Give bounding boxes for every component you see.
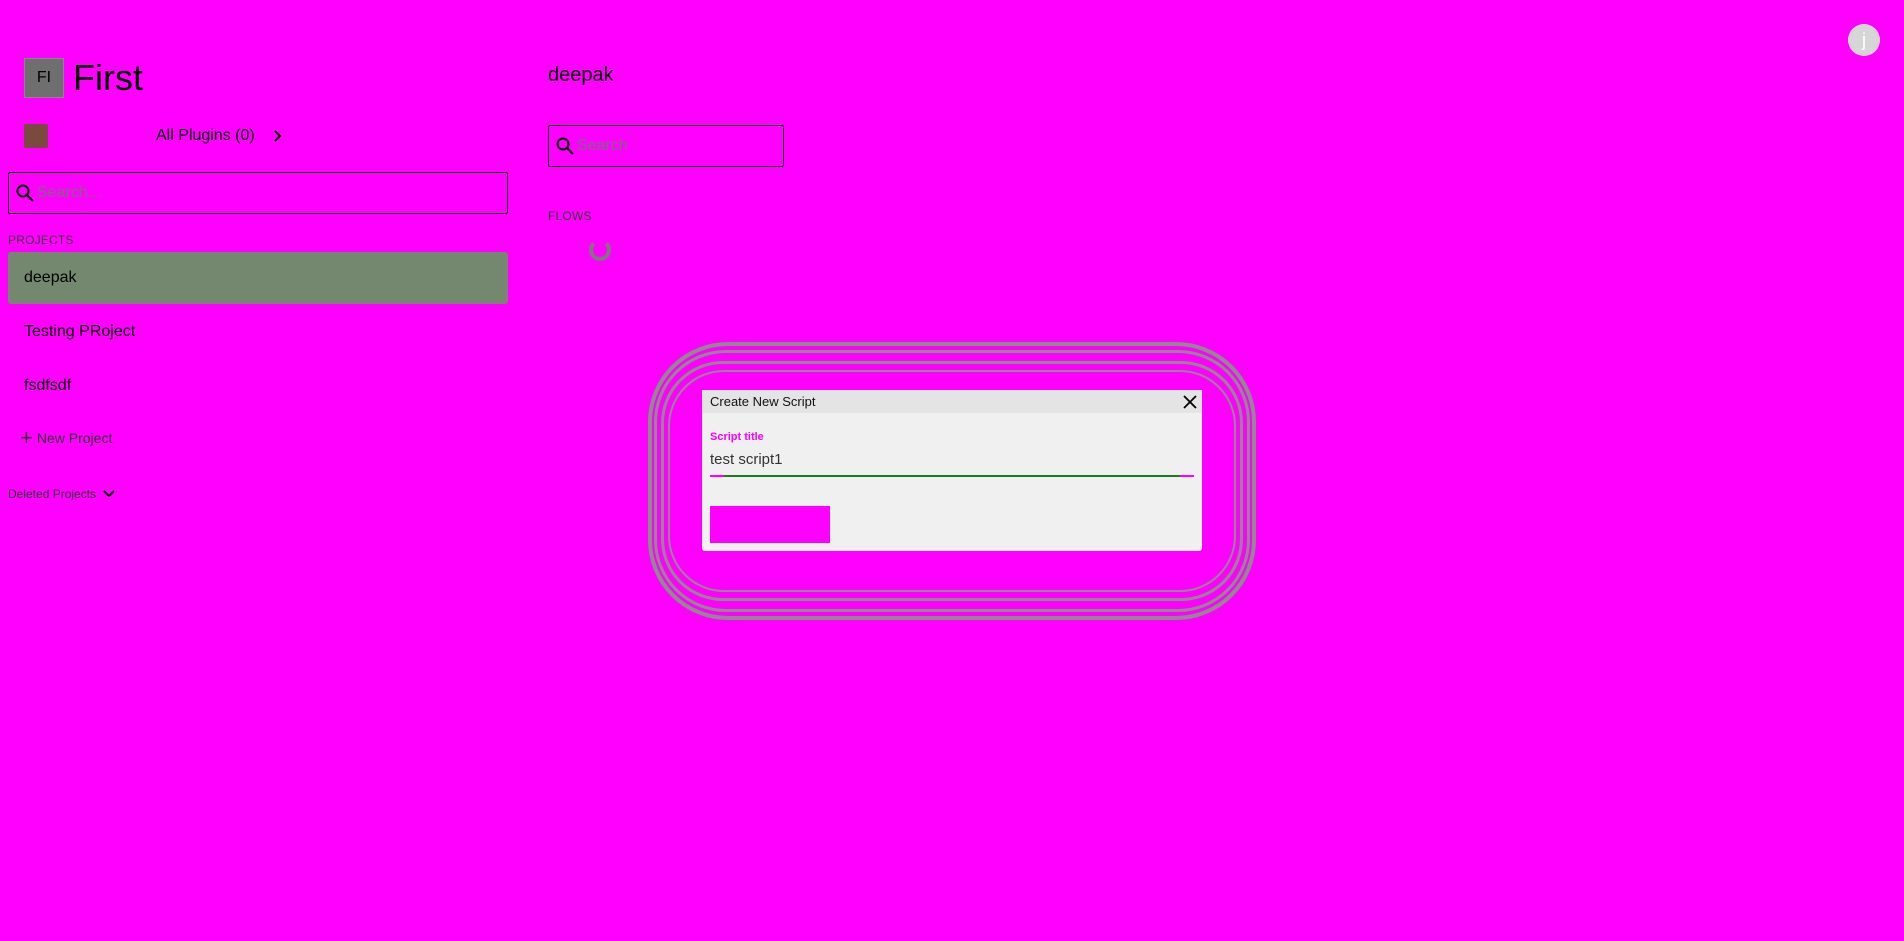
project-item-testing-project[interactable]: Testing PRoject (8, 306, 508, 358)
sidebar-search-box (8, 172, 508, 214)
project-name: Testing PRoject (24, 323, 136, 340)
project-name: deepak (24, 269, 77, 286)
create-script-dialog: Create New Script Script title (702, 390, 1202, 551)
workspace-badge[interactable]: FI (24, 58, 64, 98)
dialog-title: Create New Script (710, 394, 816, 409)
page-title: deepak (548, 64, 614, 86)
chevron-right-icon[interactable] (270, 128, 286, 144)
project-item-fsdfsdf[interactable]: fsdfsdf (8, 360, 508, 412)
all-plugins-link[interactable]: All Plugins (0) (156, 127, 255, 145)
close-icon[interactable] (1182, 394, 1198, 410)
new-project-label: New Project (36, 430, 113, 446)
plus-icon: + (20, 425, 33, 450)
new-project-button[interactable]: + New Project (20, 425, 113, 450)
main-search-box (548, 125, 784, 167)
flows-heading: FLOWS (548, 209, 592, 223)
plugin-icon (24, 124, 48, 148)
workspace-header: FI First (24, 58, 143, 98)
script-title-label: Script title (710, 431, 764, 443)
user-avatar[interactable]: j (1848, 24, 1880, 56)
script-title-input[interactable] (710, 450, 1194, 468)
sidebar-search-input[interactable] (37, 184, 507, 202)
plugins-row[interactable]: All Plugins (0) (24, 124, 282, 148)
chevron-down-icon (103, 490, 115, 498)
projects-heading: PROJECTS (8, 233, 74, 247)
workspace-title: First (73, 57, 143, 98)
project-name: fsdfsdf (24, 377, 72, 394)
search-icon (556, 137, 574, 155)
deleted-projects-label: Deleted Projects (8, 487, 97, 501)
dialog-header: Create New Script (702, 390, 1202, 413)
search-icon (16, 184, 34, 202)
project-item-deepak[interactable]: deepak (8, 252, 508, 304)
loading-spinner-icon (589, 239, 611, 261)
main-search-input[interactable] (577, 137, 783, 155)
deleted-projects-toggle[interactable]: Deleted Projects (8, 487, 116, 501)
create-script-button[interactable] (710, 506, 830, 543)
input-underline (710, 475, 1194, 477)
